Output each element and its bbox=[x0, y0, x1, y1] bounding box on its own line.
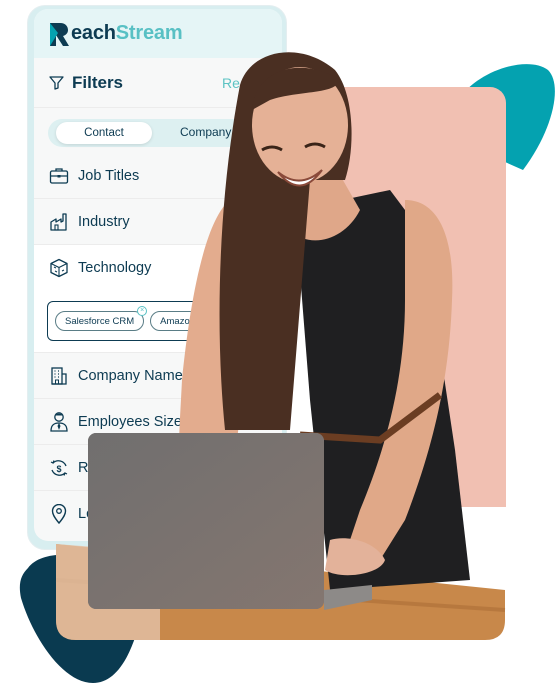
chip-label: Salesforce CRM bbox=[65, 315, 135, 327]
filter-item-location[interactable]: Lo bbox=[34, 491, 282, 537]
chip-label: Amazo bbox=[160, 315, 190, 327]
technology-chip[interactable]: Amazo bbox=[150, 311, 200, 331]
filter-item-label: Company Name bbox=[78, 367, 183, 384]
filter-item-label: Technology bbox=[78, 260, 152, 276]
toggle-option-company[interactable]: Company bbox=[180, 125, 231, 139]
reachstream-logo: each Stream bbox=[48, 21, 183, 47]
cube-icon bbox=[48, 257, 70, 279]
logo-text-primary: each bbox=[71, 22, 116, 44]
filter-item-label: Lo bbox=[78, 506, 95, 522]
technology-input-section: Salesforce CRM × Amazo bbox=[34, 291, 282, 353]
filter-item-technology[interactable]: Technology bbox=[34, 245, 282, 291]
filter-item-label: Employees Size bbox=[78, 413, 182, 430]
location-pin-icon bbox=[48, 503, 70, 525]
svg-text:$: $ bbox=[56, 464, 61, 474]
technology-chip-input[interactable]: Salesforce CRM × Amazo bbox=[47, 301, 277, 341]
filter-item-revenue[interactable]: $ Re bbox=[34, 445, 282, 491]
filter-item-label: Re bbox=[78, 459, 97, 476]
contact-company-toggle[interactable]: Contact Company bbox=[48, 119, 268, 147]
reset-link[interactable]: Re bbox=[222, 75, 240, 91]
employee-icon bbox=[48, 411, 70, 433]
toggle-option-contact[interactable]: Contact bbox=[56, 122, 152, 144]
filters-title: Filters bbox=[72, 72, 124, 92]
peach-backdrop bbox=[330, 87, 506, 507]
technology-chip[interactable]: Salesforce CRM × bbox=[55, 306, 148, 331]
briefcase-icon bbox=[48, 165, 70, 187]
filter-funnel-icon bbox=[49, 76, 64, 90]
navy-blob-decoration bbox=[19, 554, 138, 683]
filters-header: Filters Re bbox=[34, 58, 282, 108]
chip-remove-icon[interactable]: × bbox=[137, 306, 148, 316]
logo-text-secondary: Stream bbox=[115, 22, 183, 44]
filter-item-industry[interactable]: Industry bbox=[34, 199, 282, 245]
factory-icon bbox=[48, 211, 70, 233]
filter-item-employees-size[interactable]: Employees Size bbox=[34, 399, 282, 445]
revenue-icon: $ bbox=[48, 457, 70, 479]
card-header: each Stream bbox=[34, 9, 282, 58]
logo-mark-icon bbox=[50, 22, 69, 46]
filter-card: each Stream Filters Re Contact Company J… bbox=[34, 9, 282, 541]
filter-item-label: Job Titles bbox=[78, 167, 140, 184]
filter-item-company-name[interactable]: Company Name bbox=[34, 353, 282, 399]
building-icon bbox=[48, 365, 70, 387]
filter-item-label: Industry bbox=[78, 213, 130, 230]
filter-item-job-titles[interactable]: Job Titles bbox=[34, 153, 282, 199]
